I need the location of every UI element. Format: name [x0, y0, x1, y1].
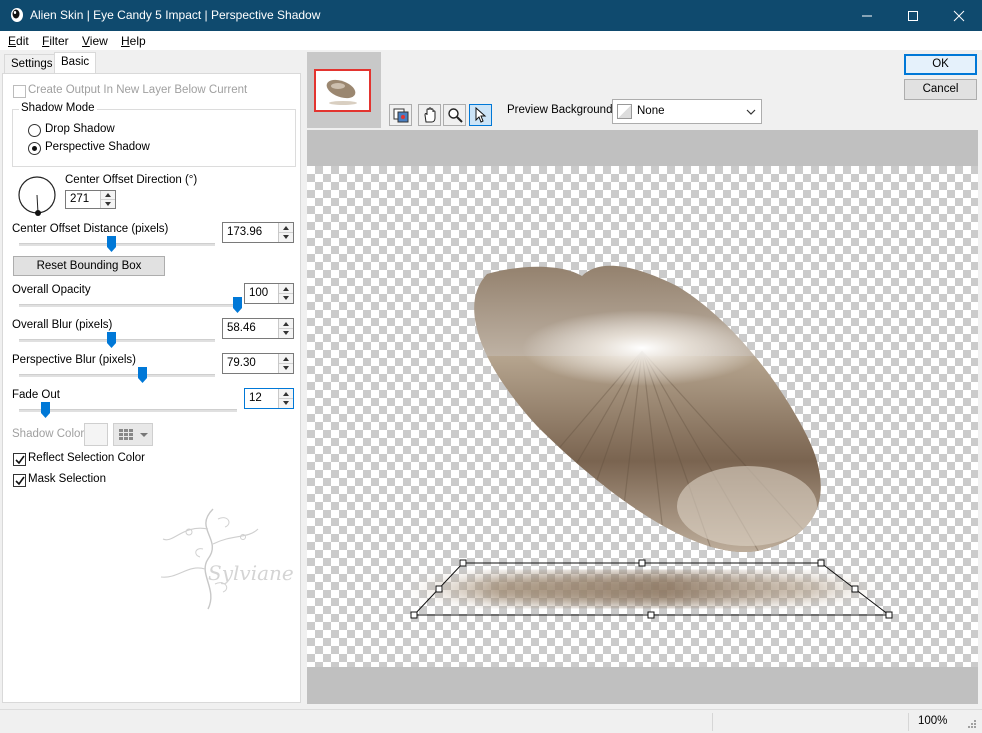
preview-background-select[interactable]: None [612, 99, 762, 124]
pointer-icon [475, 107, 487, 123]
direction-dial[interactable] [17, 175, 57, 219]
overall-opacity-slider[interactable] [232, 297, 242, 313]
shadow-mode-group [12, 109, 296, 167]
color-palette-button[interactable] [113, 423, 153, 446]
basic-settings-panel: Create Output In New Layer Below Current… [2, 73, 301, 703]
navigator-image [326, 79, 357, 105]
mask-selection-label: Mask Selection [28, 473, 106, 485]
watermark-text: Sylviane [208, 561, 294, 585]
fade-out-input[interactable]: 12 [244, 388, 294, 409]
fade-out-label: Fade Out [12, 389, 60, 401]
zoom-icon [448, 108, 463, 123]
center-offset-distance-label: Center Offset Distance (pixels) [12, 223, 169, 235]
menu-help[interactable]: Help [121, 34, 146, 48]
tab-basic[interactable]: Basic [54, 52, 97, 74]
zoom-tool-button[interactable] [443, 104, 466, 126]
overall-blur-track [19, 339, 215, 342]
compare-icon [393, 108, 409, 123]
perspective-blur-slider[interactable] [137, 367, 147, 383]
title-bar: Alien Skin | Eye Candy 5 Impact | Perspe… [0, 0, 982, 31]
perspective-blur-track [19, 374, 215, 377]
palette-grid-icon [119, 429, 133, 440]
fade-out-track [19, 409, 237, 412]
close-button[interactable] [936, 0, 982, 31]
window-title: Alien Skin | Eye Candy 5 Impact | Perspe… [30, 8, 321, 22]
checkmark-icon [15, 476, 25, 486]
tab-settings[interactable]: Settings [4, 54, 60, 74]
reset-bounding-box-button[interactable]: Reset Bounding Box [13, 256, 165, 276]
overall-blur-label: Overall Blur (pixels) [12, 319, 113, 331]
dropdown-arrow-icon [140, 433, 148, 437]
navigator-thumbnail[interactable] [314, 69, 371, 112]
maximize-button[interactable] [890, 0, 936, 31]
maximize-icon [908, 11, 918, 21]
center-offset-distance-input[interactable]: 173.96 [222, 222, 294, 243]
create-output-checkbox[interactable] [13, 85, 26, 98]
overall-blur-slider[interactable] [106, 332, 116, 348]
overall-opacity-label: Overall Opacity [12, 284, 91, 296]
center-offset-distance-slider[interactable] [106, 236, 116, 252]
status-bar: 100% [0, 709, 982, 733]
menu-bar: Edit Filter View Help [0, 31, 982, 51]
drop-shadow-label: Drop Shadow [45, 123, 115, 135]
preview-background-label: Preview Background: [507, 104, 616, 116]
reflect-selection-color-label: Reflect Selection Color [28, 452, 145, 464]
fade-out-slider[interactable] [40, 402, 50, 418]
reflect-selection-color-checkbox[interactable] [13, 453, 26, 466]
perspective-blur-label: Perspective Blur (pixels) [12, 354, 136, 366]
close-icon [953, 10, 965, 22]
menu-edit[interactable]: Edit [8, 34, 29, 48]
center-offset-direction-input[interactable]: 271 [65, 190, 116, 209]
pointer-tool-button[interactable] [469, 104, 492, 126]
ok-button[interactable]: OK [904, 54, 977, 75]
minimize-icon [862, 15, 872, 17]
zoom-level: 100% [918, 715, 948, 727]
overall-opacity-track [19, 304, 237, 307]
mask-selection-checkbox[interactable] [13, 474, 26, 487]
chevron-down-icon [746, 109, 756, 115]
center-offset-distance-track [19, 243, 215, 246]
shadow-mode-title: Shadow Mode [19, 102, 97, 114]
compare-tool-button[interactable] [389, 104, 412, 126]
sylviane-watermark [160, 508, 259, 610]
overall-opacity-input[interactable]: 100 [244, 283, 294, 304]
preview-image [402, 265, 893, 619]
cancel-button[interactable]: Cancel [904, 79, 977, 100]
drop-shadow-radio[interactable] [28, 124, 41, 137]
minimize-button[interactable] [844, 0, 890, 31]
perspective-shadow-label: Perspective Shadow [45, 141, 150, 153]
center-offset-direction-label: Center Offset Direction (°) [65, 174, 198, 186]
shadow-color-label: Shadow Color [12, 428, 85, 440]
menu-filter[interactable]: Filter [42, 34, 69, 48]
shadow-color-swatch[interactable] [84, 423, 108, 446]
overall-blur-input[interactable]: 58.46 [222, 318, 294, 339]
resize-grip-icon[interactable] [965, 719, 977, 731]
checkmark-icon [15, 455, 25, 465]
hand-tool-button[interactable] [418, 104, 441, 126]
create-output-label: Create Output In New Layer Below Current [28, 84, 248, 96]
background-swatch-icon [617, 104, 632, 119]
hand-pan-icon [424, 107, 436, 123]
perspective-shadow-radio[interactable] [28, 142, 41, 155]
menu-view[interactable]: View [82, 34, 108, 48]
perspective-blur-input[interactable]: 79.30 [222, 353, 294, 374]
alien-skin-app-icon [11, 8, 23, 22]
